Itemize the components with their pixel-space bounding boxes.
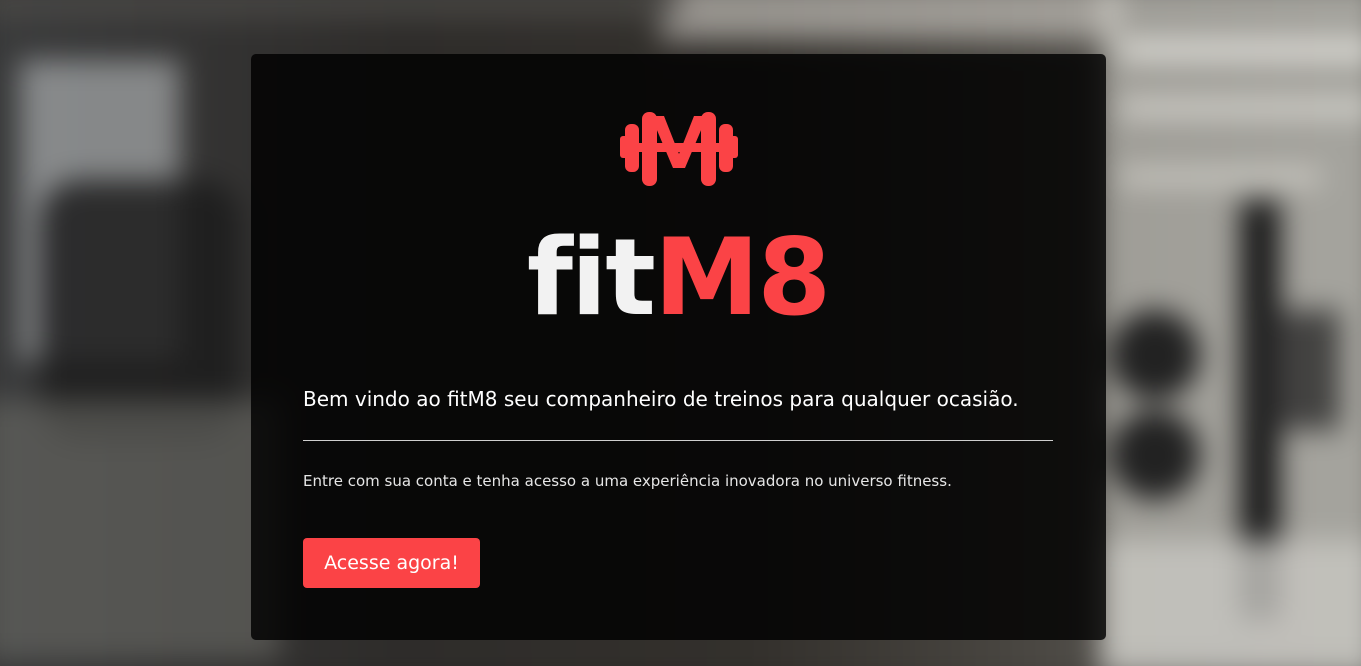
landing-page: fitM8 Bem vindo ao fitM8 seu companheiro… xyxy=(0,0,1361,666)
access-now-button[interactable]: Acesse agora! xyxy=(303,538,480,588)
divider xyxy=(303,440,1053,441)
brand-wordmark-m8: M8 xyxy=(653,216,831,339)
welcome-panel: fitM8 Bem vindo ao fitM8 seu companheiro… xyxy=(251,54,1106,640)
brand-wordmark: fitM8 xyxy=(523,214,833,342)
welcome-headline: Bem vindo ao fitM8 seu companheiro de tr… xyxy=(303,387,1019,411)
brand-wordmark-fit: fit xyxy=(526,216,656,339)
welcome-subtext: Entre com sua conta e tenha acesso a uma… xyxy=(303,472,952,490)
dumbbell-m-icon xyxy=(620,112,738,186)
